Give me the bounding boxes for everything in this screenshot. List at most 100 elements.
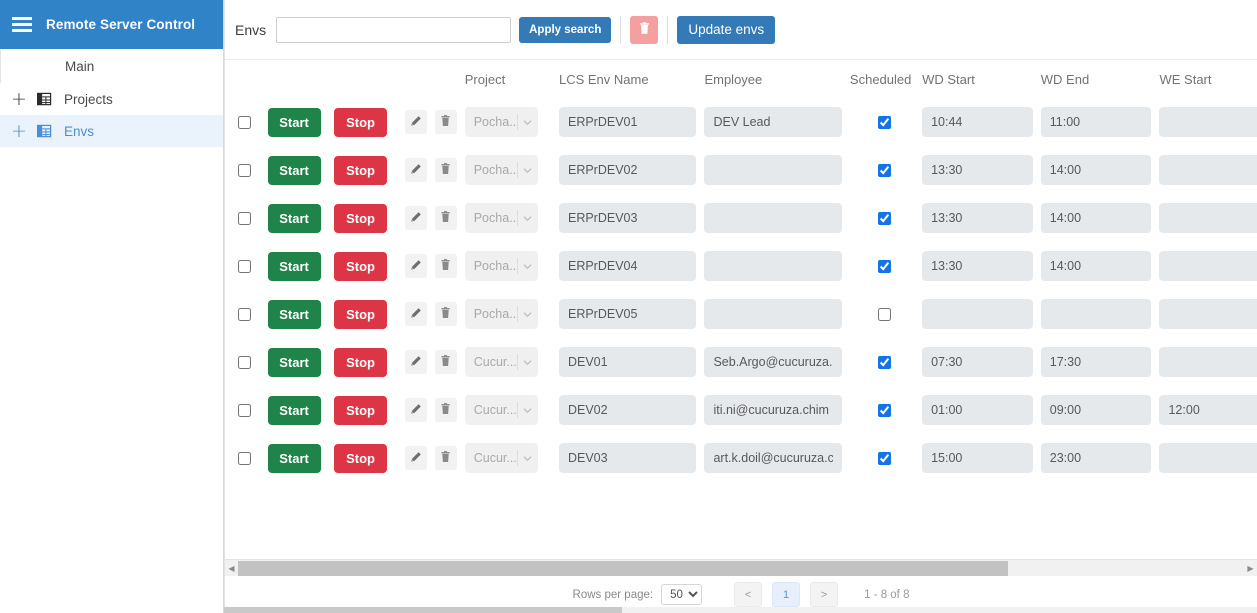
employee-input[interactable]: [704, 347, 842, 377]
employee-input[interactable]: [704, 395, 842, 425]
start-button[interactable]: Start: [267, 299, 321, 329]
project-select[interactable]: Cucur...: [464, 443, 538, 473]
scheduled-checkbox[interactable]: [877, 211, 891, 225]
delete-row-button[interactable]: [434, 158, 457, 182]
scheduled-checkbox[interactable]: [877, 355, 891, 369]
start-button[interactable]: Start: [267, 443, 321, 473]
expand-plus-icon[interactable]: +: [8, 89, 30, 109]
lcs-env-name-input[interactable]: [558, 443, 697, 473]
wd-start-input[interactable]: [922, 395, 1033, 425]
we-start-input[interactable]: [1159, 107, 1257, 137]
hamburger-icon[interactable]: [12, 17, 32, 32]
wd-start-input[interactable]: [922, 155, 1033, 185]
edit-row-button[interactable]: [404, 206, 427, 230]
stop-button[interactable]: Stop: [334, 203, 388, 233]
start-button[interactable]: Start: [267, 155, 321, 185]
wd-end-input[interactable]: [1040, 251, 1152, 281]
project-select[interactable]: Pocha...: [464, 155, 538, 185]
wd-start-input[interactable]: [922, 203, 1033, 233]
chevron-down-icon[interactable]: [518, 454, 538, 463]
row-select-checkbox[interactable]: [238, 163, 251, 177]
scrollbar-track[interactable]: [238, 559, 1244, 577]
stop-button[interactable]: Stop: [334, 395, 388, 425]
lcs-env-name-input[interactable]: [558, 251, 697, 281]
delete-row-button[interactable]: [434, 398, 457, 422]
row-select-checkbox[interactable]: [238, 355, 251, 369]
chevron-down-icon[interactable]: [518, 214, 538, 223]
wd-end-input[interactable]: [1040, 395, 1152, 425]
wd-end-input[interactable]: [1040, 299, 1152, 329]
lcs-env-name-input[interactable]: [558, 107, 697, 137]
scheduled-checkbox[interactable]: [877, 163, 891, 177]
chevron-down-icon[interactable]: [518, 118, 538, 127]
wd-start-input[interactable]: [922, 299, 1033, 329]
start-button[interactable]: Start: [267, 347, 321, 377]
chevron-down-icon[interactable]: [518, 406, 538, 415]
wd-end-input[interactable]: [1040, 203, 1152, 233]
employee-input[interactable]: [704, 299, 842, 329]
edit-row-button[interactable]: [404, 158, 427, 182]
stop-button[interactable]: Stop: [334, 155, 388, 185]
delete-row-button[interactable]: [434, 254, 457, 278]
delete-row-button[interactable]: [434, 206, 457, 230]
wd-end-input[interactable]: [1040, 347, 1152, 377]
apply-search-button[interactable]: Apply search: [519, 16, 612, 43]
employee-input[interactable]: [704, 203, 842, 233]
scrollbar-thumb[interactable]: [238, 560, 1008, 576]
stop-button[interactable]: Stop: [334, 347, 388, 377]
expand-plus-icon[interactable]: +: [8, 121, 30, 141]
project-select[interactable]: Cucur...: [464, 347, 538, 377]
row-select-checkbox[interactable]: [238, 259, 251, 273]
lcs-env-name-input[interactable]: [558, 347, 697, 377]
rows-per-page-select[interactable]: 50: [661, 584, 703, 605]
wd-start-input[interactable]: [922, 251, 1033, 281]
project-select[interactable]: Pocha...: [464, 251, 538, 281]
page-1-button[interactable]: 1: [772, 582, 801, 607]
we-start-input[interactable]: [1159, 443, 1257, 473]
project-select[interactable]: Pocha...: [464, 107, 538, 137]
scheduled-checkbox[interactable]: [877, 307, 891, 321]
employee-input[interactable]: [704, 443, 842, 473]
start-button[interactable]: Start: [267, 203, 321, 233]
chevron-down-icon[interactable]: [518, 262, 538, 271]
project-select[interactable]: Cucur...: [464, 395, 538, 425]
edit-row-button[interactable]: [404, 398, 427, 422]
scheduled-checkbox[interactable]: [877, 451, 891, 465]
stop-button[interactable]: Stop: [334, 299, 388, 329]
scheduled-checkbox[interactable]: [877, 403, 891, 417]
previous-page-button[interactable]: <: [734, 582, 763, 607]
start-button[interactable]: Start: [267, 395, 321, 425]
chevron-down-icon[interactable]: [518, 166, 538, 175]
scroll-left-arrow-icon[interactable]: ◀: [225, 560, 238, 577]
lcs-env-name-input[interactable]: [558, 203, 697, 233]
scheduled-checkbox[interactable]: [877, 115, 891, 129]
start-button[interactable]: Start: [267, 251, 321, 281]
sidebar-item-envs[interactable]: + Envs: [0, 115, 223, 147]
chevron-down-icon[interactable]: [518, 358, 538, 367]
row-select-checkbox[interactable]: [238, 211, 251, 225]
update-envs-button[interactable]: Update envs: [677, 15, 776, 44]
we-start-input[interactable]: [1159, 203, 1257, 233]
wd-end-input[interactable]: [1040, 107, 1152, 137]
edit-row-button[interactable]: [404, 350, 427, 374]
next-page-button[interactable]: >: [810, 582, 839, 607]
stop-button[interactable]: Stop: [334, 107, 388, 137]
employee-input[interactable]: [704, 251, 842, 281]
row-select-checkbox[interactable]: [238, 451, 251, 465]
sidebar-item-main[interactable]: Main: [0, 50, 223, 83]
edit-row-button[interactable]: [404, 110, 427, 134]
delete-row-button[interactable]: [434, 302, 457, 326]
we-start-input[interactable]: [1159, 299, 1257, 329]
delete-row-button[interactable]: [434, 446, 457, 470]
employee-input[interactable]: [704, 107, 842, 137]
edit-row-button[interactable]: [404, 446, 427, 470]
row-select-checkbox[interactable]: [238, 307, 251, 321]
search-input[interactable]: [276, 16, 512, 43]
lcs-env-name-input[interactable]: [558, 299, 697, 329]
project-select[interactable]: Pocha...: [464, 299, 538, 329]
horizontal-scrollbar[interactable]: ◀ ▶: [225, 559, 1257, 577]
wd-start-input[interactable]: [922, 443, 1033, 473]
we-start-input[interactable]: [1159, 395, 1257, 425]
row-select-checkbox[interactable]: [238, 115, 251, 129]
wd-start-input[interactable]: [922, 347, 1033, 377]
